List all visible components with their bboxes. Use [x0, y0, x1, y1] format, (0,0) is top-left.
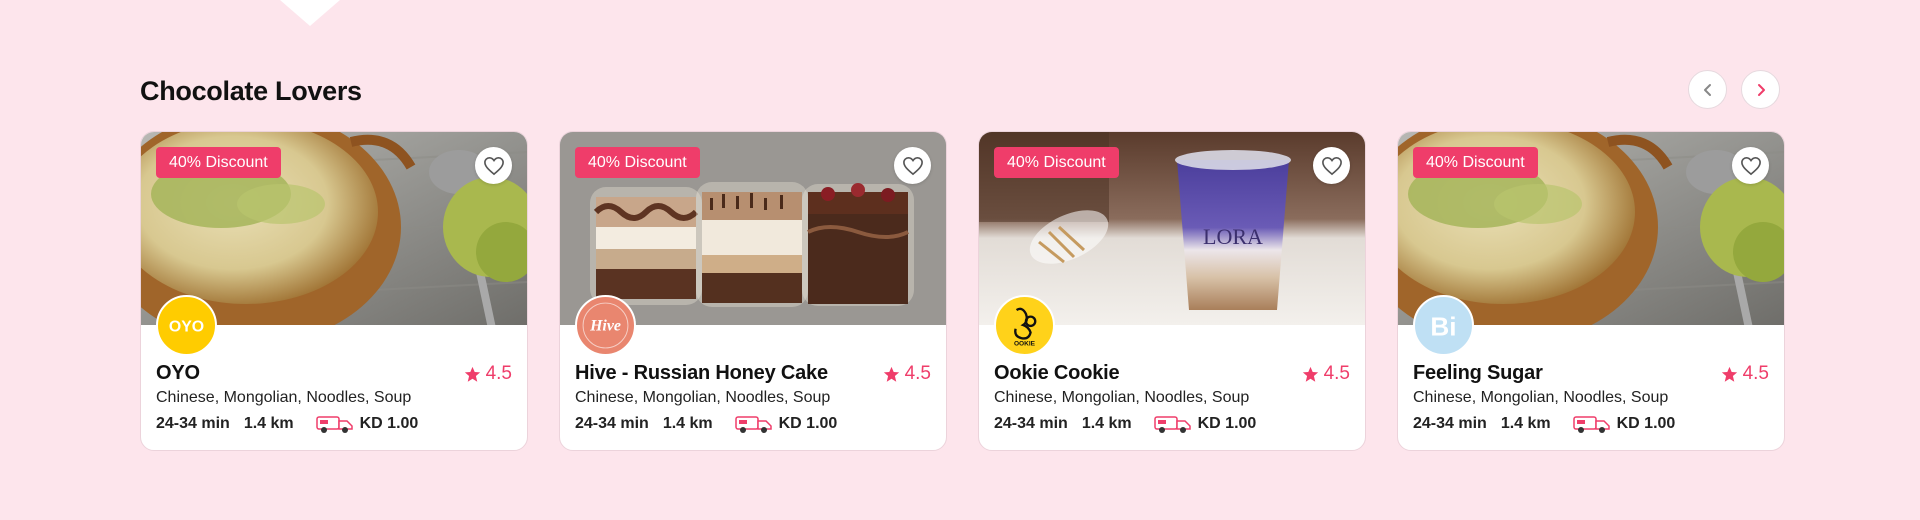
restaurant-name: Ookie Cookie	[994, 362, 1120, 384]
rating-value: 4.5	[1323, 363, 1350, 384]
delivery-truck-icon	[1572, 416, 1610, 433]
chevron-right-icon	[1757, 83, 1765, 96]
cuisine-list: Chinese, Mongolian, Noodles, Soup	[994, 389, 1250, 406]
delivery-fee: KD 1.00	[778, 415, 838, 432]
heart-icon	[902, 156, 923, 175]
restaurant-name: Hive - Russian Honey Cake	[575, 362, 828, 384]
logo-text: Hive	[589, 318, 621, 335]
heart-icon	[1740, 156, 1761, 175]
star-icon	[1302, 366, 1318, 382]
chevron-left-icon	[1703, 83, 1711, 96]
restaurant-card[interactable]: 40% Discount Bi Feeling Sugar 4.5 Chines…	[1397, 131, 1785, 451]
star-icon	[883, 366, 899, 382]
cuisine-list: Chinese, Mongolian, Noodles, Soup	[575, 389, 831, 406]
delivery-info: 24-34 min 1.4 km KD 1.00	[575, 414, 837, 434]
distance: 1.4 km	[243, 415, 294, 432]
logo-text: Bi	[1430, 311, 1456, 341]
restaurant-logo: OYO	[156, 295, 217, 356]
delivery-fee: KD 1.00	[1616, 415, 1676, 432]
discount-badge: 40% Discount	[575, 147, 700, 178]
delivery-time: 24-34 min	[575, 415, 649, 432]
distance: 1.4 km	[1500, 415, 1551, 432]
rating: 4.5	[1721, 363, 1769, 385]
restaurant-card[interactable]: LORA 40% Discount OOKIE Ookie Cookie 4.5…	[978, 131, 1366, 451]
discount-badge: 40% Discount	[1413, 147, 1538, 178]
restaurant-card-list: 40% Discount OYO OYO 4.5 Chinese, Mongol…	[140, 131, 1785, 451]
section-title: Chocolate Lovers	[140, 76, 362, 106]
restaurant-card[interactable]: 40% Discount Hive Hive - Russian Honey C…	[559, 131, 947, 451]
logo-text: OYO	[169, 319, 204, 336]
rating: 4.5	[464, 363, 512, 385]
heart-icon	[483, 156, 504, 175]
rating-value: 4.5	[485, 363, 512, 384]
delivery-time: 24-34 min	[156, 415, 230, 432]
star-icon	[464, 366, 480, 382]
favorite-button[interactable]	[894, 147, 931, 184]
delivery-truck-icon	[315, 416, 353, 433]
discount-badge: 40% Discount	[994, 147, 1119, 178]
delivery-info: 24-34 min 1.4 km KD 1.00	[156, 414, 418, 434]
cuisine-list: Chinese, Mongolian, Noodles, Soup	[156, 389, 412, 406]
carousel-next-button[interactable]	[1741, 70, 1780, 109]
discount-badge: 40% Discount	[156, 147, 281, 178]
favorite-button[interactable]	[1732, 147, 1769, 184]
heart-icon	[1321, 156, 1342, 175]
restaurant-logo: OOKIE	[994, 295, 1055, 356]
carousel-nav	[1688, 70, 1780, 109]
svg-text:LORA: LORA	[1203, 224, 1263, 249]
star-icon	[1721, 366, 1737, 382]
rating: 4.5	[883, 363, 931, 385]
delivery-info: 24-34 min 1.4 km KD 1.00	[1413, 414, 1675, 434]
cuisine-list: Chinese, Mongolian, Noodles, Soup	[1413, 389, 1669, 406]
rating-value: 4.5	[1742, 363, 1769, 384]
restaurant-name: OYO	[156, 362, 200, 384]
delivery-fee: KD 1.00	[359, 415, 419, 432]
delivery-time: 24-34 min	[1413, 415, 1487, 432]
delivery-truck-icon	[1153, 416, 1191, 433]
favorite-button[interactable]	[1313, 147, 1350, 184]
restaurant-logo: Hive	[575, 295, 636, 356]
delivery-fee: KD 1.00	[1197, 415, 1257, 432]
delivery-time: 24-34 min	[994, 415, 1068, 432]
logo-text: OOKIE	[1014, 341, 1036, 348]
restaurant-logo: Bi	[1413, 295, 1474, 356]
favorite-button[interactable]	[475, 147, 512, 184]
distance: 1.4 km	[662, 415, 713, 432]
distance: 1.4 km	[1081, 415, 1132, 432]
delivery-info: 24-34 min 1.4 km KD 1.00	[994, 414, 1256, 434]
carousel-prev-button[interactable]	[1688, 70, 1727, 109]
restaurant-name: Feeling Sugar	[1413, 362, 1543, 384]
menu-pointer	[280, 0, 340, 26]
delivery-truck-icon	[734, 416, 772, 433]
rating-value: 4.5	[904, 363, 931, 384]
restaurant-card[interactable]: 40% Discount OYO OYO 4.5 Chinese, Mongol…	[140, 131, 528, 451]
rating: 4.5	[1302, 363, 1350, 385]
